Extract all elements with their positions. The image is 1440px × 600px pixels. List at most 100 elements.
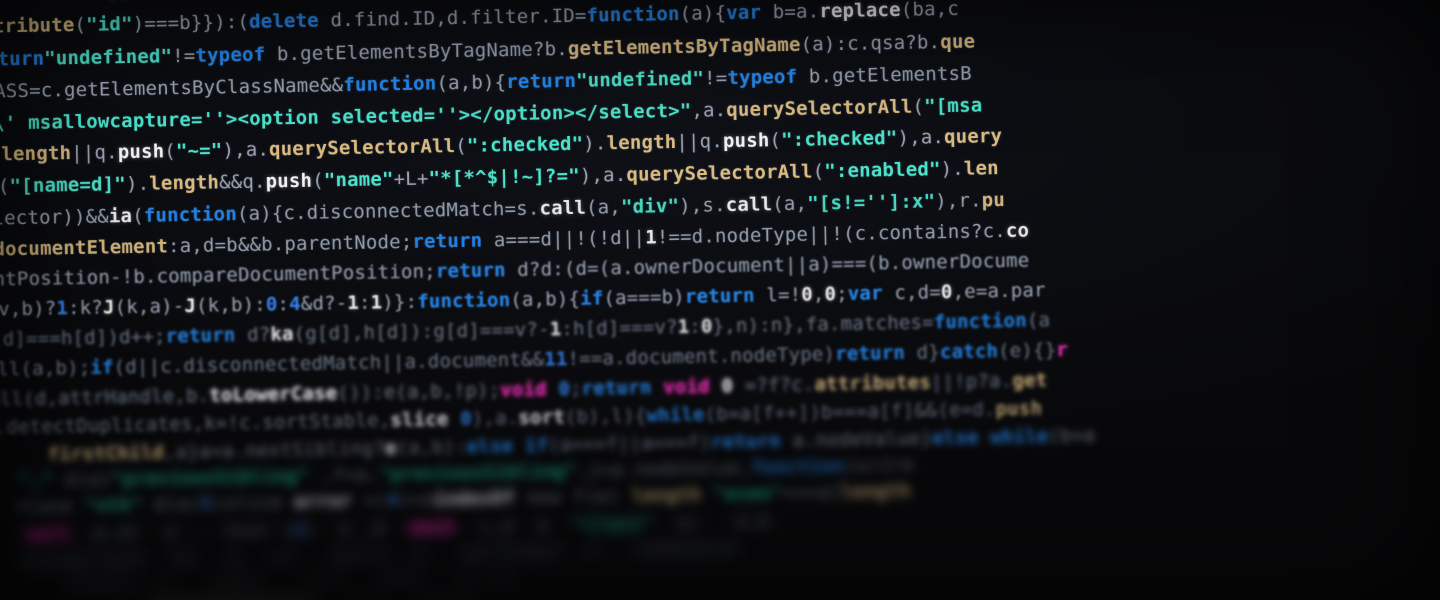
code-token-wt: 1: [549, 318, 562, 341]
code-token-num: 0: [265, 293, 278, 316]
code-token-id: length: [840, 479, 911, 504]
code-token-id: documentElement: [0, 235, 169, 261]
code-token-wt: 1: [644, 226, 658, 249]
code-token-id: len: [963, 157, 1000, 180]
code-token-dim: :k?: [67, 296, 104, 320]
code-token-kw: if: [90, 356, 114, 379]
code-token-id: length: [1, 142, 72, 166]
code-token-grn: "previousSibling": [378, 459, 577, 486]
code-token-dim: (: [769, 129, 782, 152]
code-token-kw: return: [710, 430, 781, 454]
code-token-kw: var: [725, 1, 762, 25]
code-token-dim2: sortInput a: [459, 539, 600, 565]
code-token-str: ":checked": [780, 126, 898, 152]
code-token-dim: (k,b):: [195, 293, 267, 317]
code-token-dim2: (b, a ,c): [145, 544, 332, 570]
code-token-id: getElementsByTagName: [567, 33, 801, 60]
code-token-wt: appendChild: [97, 0, 225, 1]
code-token-dim2: ) e ,b: [304, 516, 410, 541]
code-token-dim: ,: [812, 283, 825, 306]
code-token-str: msallowcapture=''><option selected=''></…: [27, 99, 692, 134]
code-token-kw: while: [646, 403, 705, 427]
code-token-str: ":checked": [466, 132, 584, 157]
code-token-kw: return: [581, 376, 652, 400]
code-token-num: 4: [386, 489, 399, 512]
code-token-dim: (a){: [679, 2, 727, 25]
code-token-kw: function: [416, 289, 511, 313]
code-token-dim: b.getElementsByTagName?b.: [265, 37, 569, 66]
code-token-id: length: [149, 171, 220, 195]
code-token-dim2: )=a: [398, 488, 434, 512]
code-token-id: que: [940, 30, 976, 54]
code-token-kw: return: [435, 259, 506, 283]
code-token-dim2: a,b: [313, 593, 418, 600]
code-token-dim: :: [277, 293, 290, 316]
code-token-kw: if: [579, 287, 604, 310]
code-token-grn: "previousSibling": [110, 464, 310, 491]
code-token-dim: (: [455, 134, 468, 158]
code-token-dim2: c,: [455, 515, 503, 539]
code-token-dim2: d?: [235, 323, 271, 347]
code-token-dim: (: [812, 160, 825, 183]
code-token-dim: (: [164, 140, 177, 163]
code-token-dim: &&q.: [218, 170, 266, 194]
code-token-dim2: [599, 539, 634, 562]
code-token-dim: ll(: [0, 175, 10, 198]
code-token-dim: l=!: [754, 283, 802, 307]
code-token-dim2: [547, 378, 559, 400]
code-token-dim: (: [74, 13, 87, 37]
code-token-kw: function: [933, 309, 1028, 334]
code-token-dim2: [710, 375, 722, 397]
code-token-mag: null: [24, 523, 72, 546]
code-token-dim: ),r.: [934, 189, 982, 213]
code-token-num: 5: [200, 492, 213, 515]
code-token-wt: 1: [370, 291, 383, 314]
code-token-dim2: ): [212, 492, 225, 515]
code-token-dim2: ,b,d) e ,: [71, 520, 224, 546]
code-token-dim2: return a ,k(b): [29, 569, 287, 596]
code-token-kw: return: [412, 229, 483, 253]
code-token-str: "~=": [175, 139, 223, 163]
code-token-dim2: d e: [502, 514, 549, 538]
code-token-kw: return: [0, 47, 45, 71]
code-token-dim: ).: [940, 157, 965, 181]
code-token-dim: &d?-: [300, 292, 348, 315]
code-token-str: "undefined": [575, 67, 705, 92]
code-token-dim2: !==a.document.nodeType): [567, 343, 836, 371]
code-token-wt: indexOf: [433, 487, 516, 511]
code-token-wt: call: [539, 196, 587, 220]
code-token-kw: function: [751, 454, 845, 479]
code-token-dim2: call(a,b);: [0, 356, 91, 381]
code-token-dim: !=: [703, 67, 728, 90]
code-token-str: "[name=d]": [9, 173, 127, 198]
code-token-dim2: (d||c.disconnectedMatch||a.document&&: [113, 348, 545, 379]
code-token-grn: "class": [571, 512, 654, 536]
code-token-dim2: (b),l){: [564, 404, 647, 429]
code-token-dim2: d b,: [425, 564, 519, 589]
code-token-dim2: [651, 376, 663, 398]
code-token-dim: CLASS=c.getElementsByClassName&&: [0, 74, 344, 103]
code-token-dim2: d(a): [52, 468, 112, 492]
code-token-dim2: g[d]===h[d])d++;: [0, 325, 166, 351]
code-token-wt: toLowerCase: [209, 382, 338, 407]
code-token-kw: return: [684, 284, 755, 308]
code-token-dim: )===b}}):(: [132, 10, 250, 35]
code-token-dim2: nodeValue: [634, 536, 740, 561]
code-token-dim2: call(d,attrHandle,b.: [0, 384, 210, 411]
code-token-wt: ka: [270, 323, 294, 346]
code-token-wt: co: [1005, 219, 1030, 242]
code-token-dim2: (e){}: [997, 339, 1057, 363]
code-token-dim2: ),a.: [471, 406, 519, 430]
code-token-id: attributes: [814, 371, 932, 396]
code-token-dim2: [701, 483, 713, 505]
code-token-str: "[s!='']:x": [806, 190, 936, 215]
code-token-kw: function: [143, 203, 238, 227]
code-token-dim2: c.detectDuplicates,k=!c.sortStable,: [0, 409, 391, 439]
code-token-wt: call: [725, 193, 773, 217]
code-token-num: 4: [288, 292, 302, 316]
code-token-str: "*[*^$|!~]?=": [428, 164, 581, 190]
code-token-dim: c,d=: [882, 281, 942, 305]
code-token-wt: slice: [390, 408, 449, 432]
code-token-id: querySelectorAll: [268, 135, 456, 161]
code-token-wt: push: [265, 169, 313, 193]
